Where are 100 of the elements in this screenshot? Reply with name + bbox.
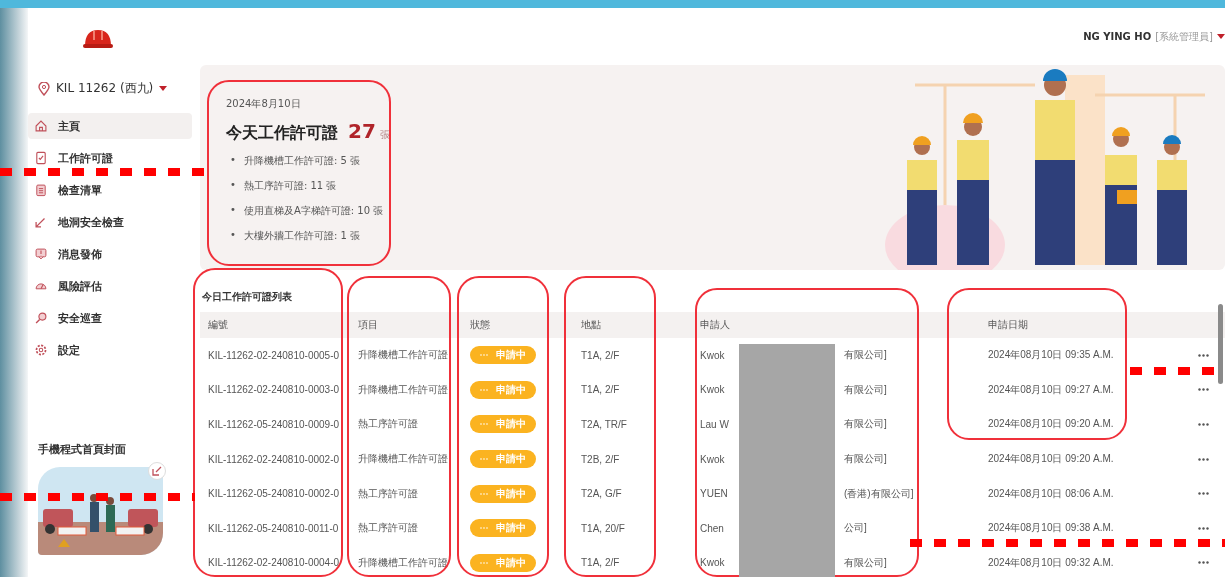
applicant-company: 有限公司] — [844, 417, 887, 432]
sidebar-item[interactable]: 消息發佈 — [28, 241, 192, 267]
table-cell: 2024年08月10日 09:20 A.M. — [988, 417, 1114, 432]
table-cell: 2024年08月10日 08:06 A.M. — [988, 486, 1114, 501]
table-cell: T1A, 2/F — [581, 349, 620, 361]
table-cell: 2024年08月10日 09:38 A.M. — [988, 521, 1114, 536]
permit-count: 27 — [348, 119, 376, 143]
dots-icon — [480, 492, 488, 495]
table-cell: T2A, TR/F — [581, 419, 627, 430]
column-header: 狀態 — [470, 318, 490, 332]
applicant-company: 有限公司] — [844, 555, 887, 570]
summary-date: 2024年8月10日 — [226, 97, 302, 111]
sidebar-item[interactable]: 檢查清單 — [28, 177, 192, 203]
status-badge: 申請中 — [470, 380, 536, 399]
applicant-company: 有限公司] — [844, 348, 887, 363]
table-cell: 熱工序許可證 — [358, 486, 418, 501]
edit-button[interactable] — [148, 462, 166, 480]
table-cell: 升降機槽工作許可證 — [358, 382, 448, 397]
applicant-company: (香港)有限公司] — [844, 486, 914, 501]
applicant-name: Kwok — [700, 453, 726, 465]
table-title: 今日工作許可證列表 — [202, 290, 293, 304]
table-cell: KIL-11262-02-240810-0004-0 — [208, 557, 340, 569]
table-cell: T1A, 2/F — [581, 384, 620, 396]
more-icon[interactable] — [1198, 353, 1209, 357]
table-cell: KIL-11262-05-240810-0011-0 — [208, 522, 339, 534]
table-cell: 熱工序許可證 — [358, 417, 418, 432]
message-icon — [34, 247, 48, 261]
dots-icon — [480, 388, 488, 391]
table-cell: KIL-11262-02-240810-0003-0 — [208, 384, 340, 396]
summary-title: 今天工作許可證 — [226, 123, 338, 144]
more-icon[interactable] — [1198, 423, 1209, 426]
search-icon — [34, 311, 48, 325]
table-cell: KIL-11262-05-240810-0009-0 — [208, 419, 340, 430]
dots-icon — [480, 527, 488, 530]
status-badge: 申請中 — [470, 415, 536, 434]
table-cell: T2A, G/F — [581, 488, 622, 500]
sidebar-item[interactable]: 安全巡查 — [28, 305, 192, 331]
applicant-company: 有限公司] — [844, 382, 887, 397]
table-cell: 2024年08月10日 09:20 A.M. — [988, 452, 1114, 467]
document-check-icon — [34, 151, 48, 165]
applicant-name: Chen — [700, 522, 725, 534]
sidebar-item[interactable]: 主頁 — [28, 113, 192, 139]
status-badge: 申請中 — [470, 346, 536, 365]
dots-icon — [480, 458, 488, 461]
table-cell: T1A, 20/F — [581, 522, 625, 534]
table-cell: KIL-11262-02-240810-0002-0 — [208, 453, 340, 465]
caret-icon[interactable] — [159, 86, 168, 91]
user-name[interactable]: NG YING HO — [1083, 31, 1152, 42]
status-badge: 申請中 — [470, 519, 536, 538]
more-icon[interactable] — [1198, 526, 1209, 530]
table-cell: 2024年08月10日 09:27 A.M. — [988, 382, 1114, 397]
count-unit: 張 — [379, 128, 390, 142]
bullet: • — [230, 154, 236, 167]
table-cell: KIL-11262-05-240810-0002-0 — [208, 488, 340, 500]
applicant-name: Kwok — [700, 557, 726, 569]
table-cell: 升降機槽工作許可證 — [358, 348, 448, 363]
more-icon[interactable] — [1198, 457, 1209, 461]
sidebar-item[interactable]: 工作許可證 — [28, 145, 192, 171]
clipboard-icon — [34, 183, 48, 197]
status-badge: 申請中 — [470, 450, 536, 469]
more-icon[interactable] — [1198, 492, 1209, 496]
more-icon[interactable] — [1198, 388, 1209, 392]
table-cell: 升降機槽工作許可證 — [358, 555, 448, 570]
column-header: 編號 — [208, 318, 228, 332]
applicant-name: Kwok — [700, 349, 726, 361]
summary-item: 大樓外牆工作許可證: 1 張 — [243, 229, 360, 243]
sidebar-item[interactable]: 風險評估 — [28, 273, 192, 299]
table-cell: 升降機槽工作許可證 — [358, 452, 448, 467]
applicant-company: 公司] — [844, 521, 867, 536]
status-badge: 申請中 — [470, 484, 536, 503]
dots-icon — [480, 423, 488, 426]
summary-item: 熱工序許可證: 11 張 — [243, 179, 337, 193]
table-cell: 熱工序許可證 — [358, 521, 418, 536]
settings-icon — [34, 343, 48, 357]
dots-icon — [480, 561, 488, 564]
cover-section-title: 手機程式首頁封面 — [38, 442, 127, 457]
column-header: 申請人 — [700, 318, 730, 332]
site-selector[interactable]: KIL 11262 (西九) — [56, 80, 154, 97]
scrollbar-thumb[interactable] — [1218, 304, 1223, 384]
applicant-name: YUEN — [700, 488, 729, 500]
bullet: • — [230, 179, 236, 192]
table-cell: T1A, 2/F — [581, 557, 620, 569]
sidebar-item[interactable]: 設定 — [28, 337, 192, 363]
table-cell: T2B, 2/F — [581, 453, 620, 465]
home-icon — [34, 119, 48, 133]
applicant-company: 有限公司] — [844, 452, 887, 467]
sidebar-item[interactable]: 地洞安全檢查 — [28, 209, 192, 235]
more-icon[interactable] — [1198, 561, 1209, 565]
summary-item: 使用直梯及A字梯許可證: 10 張 — [243, 204, 384, 218]
status-badge: 申請中 — [470, 553, 536, 572]
location-pin-icon — [38, 81, 50, 96]
dots-icon — [480, 354, 488, 357]
column-header: 申請日期 — [988, 318, 1028, 332]
summary-item: 升降機槽工作許可證: 5 張 — [243, 154, 360, 168]
caret-icon[interactable] — [1217, 34, 1225, 39]
column-header: 項目 — [358, 318, 378, 332]
user-role: [系統管理員] — [1155, 29, 1213, 44]
applicant-name: Kwok — [700, 384, 726, 396]
table-cell: 2024年08月10日 09:35 A.M. — [988, 348, 1114, 363]
bullet: • — [230, 204, 236, 217]
